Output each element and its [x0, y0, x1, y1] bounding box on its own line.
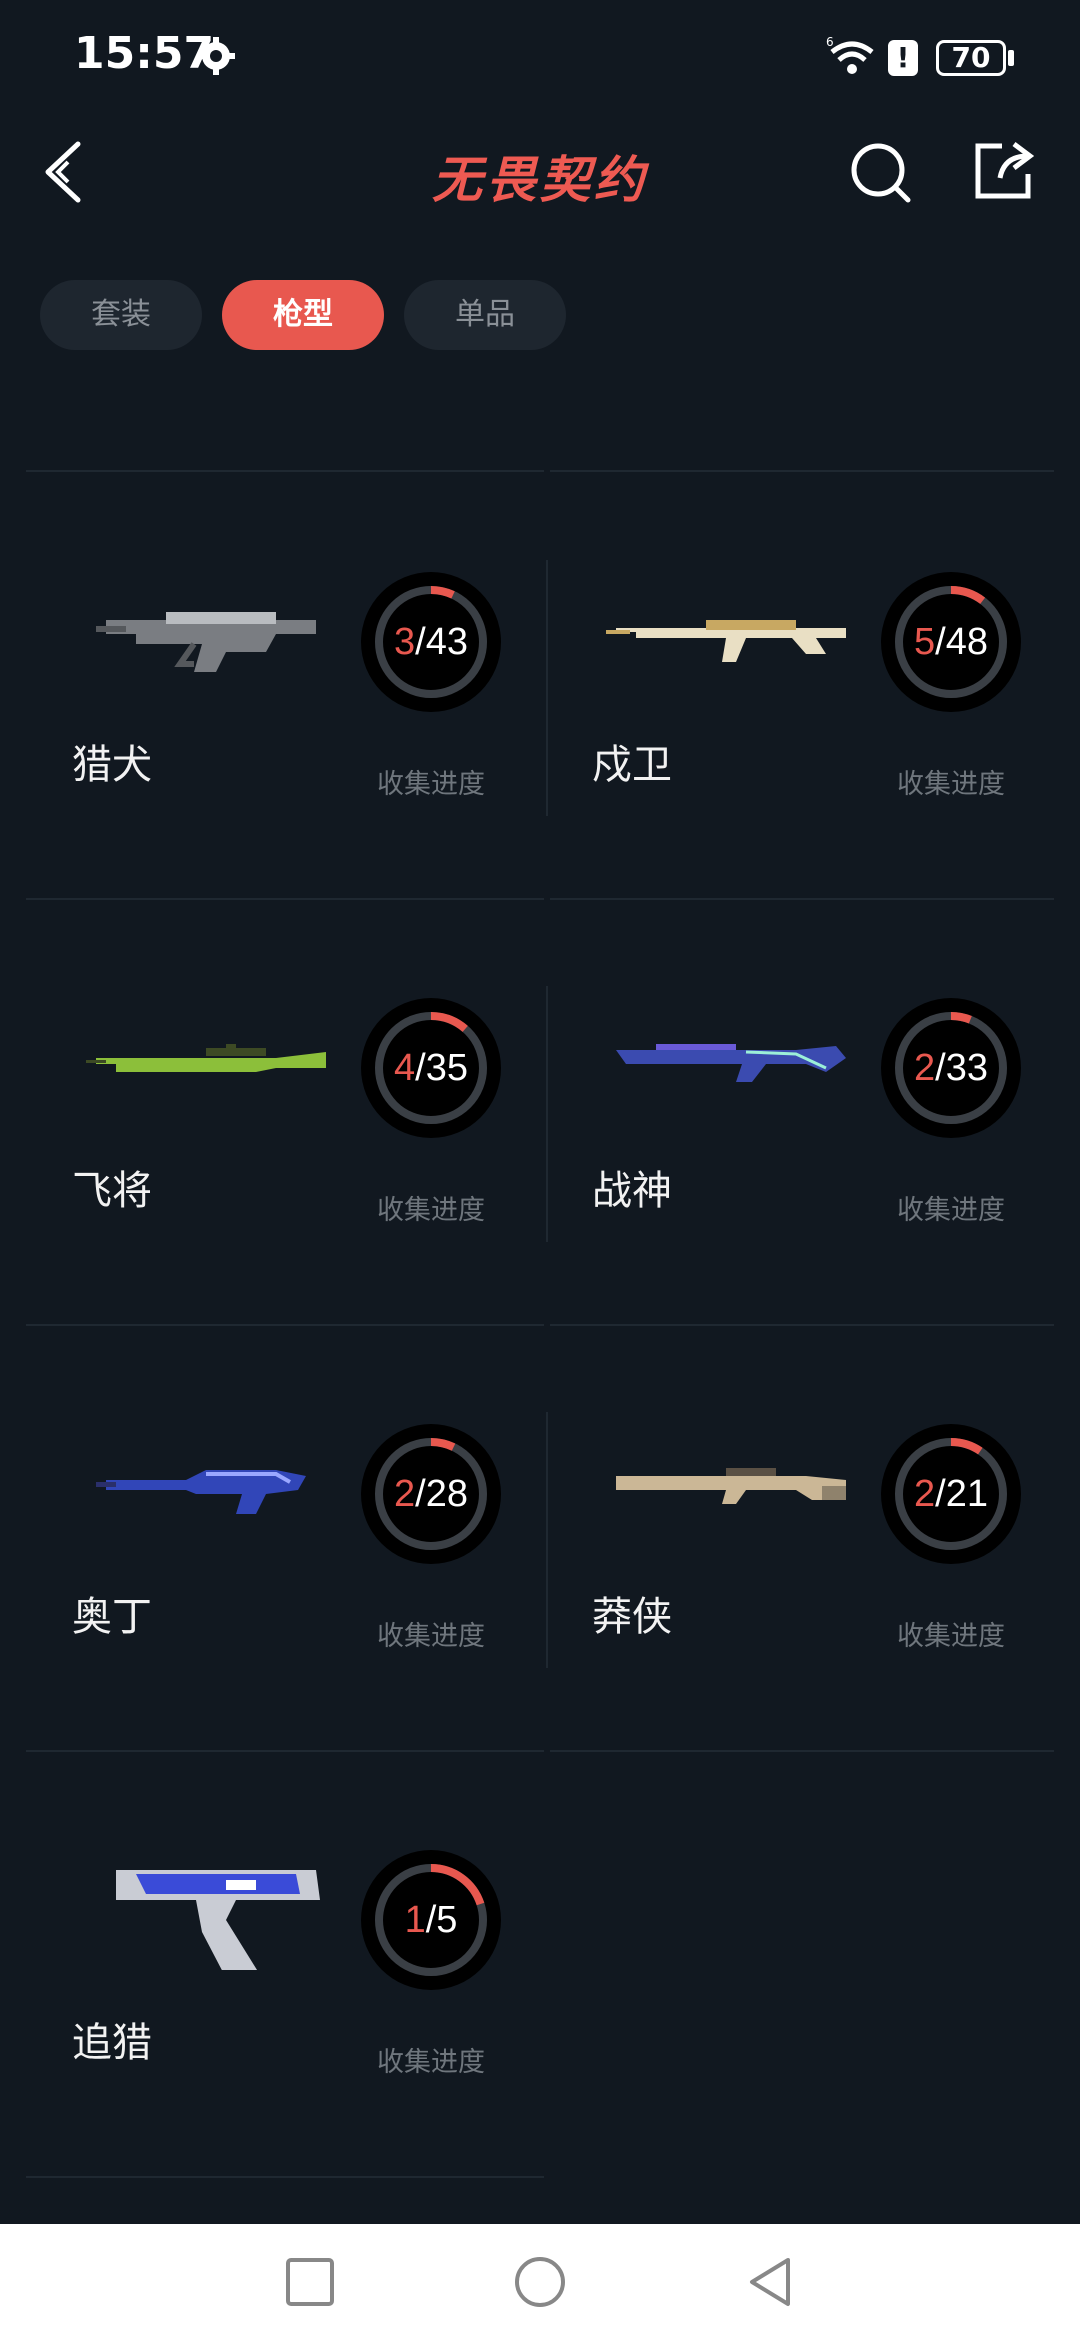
tab-gun-types[interactable]: 枪型 [222, 280, 384, 350]
divider [26, 2176, 544, 2178]
weapon-name: 莽侠 [592, 1594, 672, 1640]
share-icon[interactable] [972, 140, 1034, 202]
total-count: /33 [935, 1047, 988, 1089]
weapon-name: 飞将 [72, 1168, 152, 1214]
collected-count: 2 [914, 1047, 936, 1089]
progress-count: 2/21 [881, 1424, 1021, 1564]
weapon-image-marshal [86, 1044, 326, 1072]
wifi-icon: 6 [826, 35, 874, 74]
weapon-card-marshal[interactable]: 4/35 飞将 收集进度 [26, 898, 546, 1322]
collected-count: 4 [394, 1047, 416, 1089]
battery-tip [1008, 50, 1014, 66]
progress-count: 1/5 [361, 1850, 501, 1990]
weapon-card-chase[interactable]: 1/5 追猎 收集进度 [26, 1750, 546, 2174]
status-bar: 15:57 6 ! 70 [0, 0, 1080, 120]
total-count: /48 [935, 621, 988, 663]
weapon-image-hound [96, 612, 316, 672]
progress-count: 3/43 [361, 572, 501, 712]
weapon-name: 战神 [592, 1168, 672, 1214]
battery-icon: 70 [936, 40, 1006, 76]
home-icon[interactable] [512, 2254, 568, 2310]
app-title: 无畏契约 [432, 151, 648, 209]
weapon-name: 戍卫 [592, 742, 672, 788]
alert-icon: ! [888, 40, 918, 76]
total-count: /21 [935, 1473, 988, 1515]
progress-count: 5/48 [881, 572, 1021, 712]
recent-apps-icon[interactable] [282, 2254, 338, 2310]
back-triangle-icon[interactable] [742, 2254, 798, 2310]
collected-count: 2 [914, 1473, 936, 1515]
progress-count: 4/35 [361, 998, 501, 1138]
total-count: /28 [415, 1473, 468, 1515]
weapon-card-odin[interactable]: 2/28 奥丁 收集进度 [26, 1324, 546, 1748]
tab-suits[interactable]: 套装 [40, 280, 202, 350]
total-count: /5 [425, 1899, 458, 1941]
tab-items[interactable]: 单品 [404, 280, 566, 350]
progress-label: 收集进度 [377, 2047, 485, 2078]
progress-label: 收集进度 [897, 769, 1005, 800]
weapon-image-ares [616, 1044, 846, 1082]
settings-gear-icon [197, 37, 235, 75]
search-icon[interactable] [850, 140, 914, 204]
weapon-image-chase [116, 1870, 320, 1970]
progress-label: 收集进度 [897, 1621, 1005, 1652]
collected-count: 5 [914, 621, 936, 663]
progress-label: 收集进度 [377, 769, 485, 800]
weapon-name: 猎犬 [72, 742, 152, 788]
total-count: /43 [415, 621, 468, 663]
weapon-image-guardian [606, 620, 846, 662]
progress-count: 2/28 [361, 1424, 501, 1564]
weapon-name: 追猎 [72, 2020, 152, 2066]
network-label: 6 [826, 35, 834, 49]
weapon-name: 奥丁 [72, 1594, 152, 1640]
weapon-image-outlaw [616, 1468, 846, 1504]
weapon-card-outlaw[interactable]: 2/21 莽侠 收集进度 [546, 1324, 1066, 1748]
divider [550, 1750, 1054, 1752]
system-nav-bar [0, 2224, 1080, 2340]
progress-label: 收集进度 [897, 1195, 1005, 1226]
progress-label: 收集进度 [377, 1195, 485, 1226]
collected-count: 3 [394, 621, 416, 663]
progress-count: 2/33 [881, 998, 1021, 1138]
weapon-card-ares[interactable]: 2/33 战神 收集进度 [546, 898, 1066, 1322]
weapon-image-odin [96, 1470, 306, 1514]
progress-label: 收集进度 [377, 1621, 485, 1652]
collected-count: 2 [394, 1473, 416, 1515]
total-count: /35 [415, 1047, 468, 1089]
collected-count: 1 [404, 1899, 426, 1941]
weapon-card-guardian[interactable]: 5/48 戍卫 收集进度 [546, 472, 1066, 896]
status-time: 15:57 [74, 28, 215, 79]
weapon-card-hound[interactable]: 3/43 猎犬 收集进度 [26, 472, 546, 896]
